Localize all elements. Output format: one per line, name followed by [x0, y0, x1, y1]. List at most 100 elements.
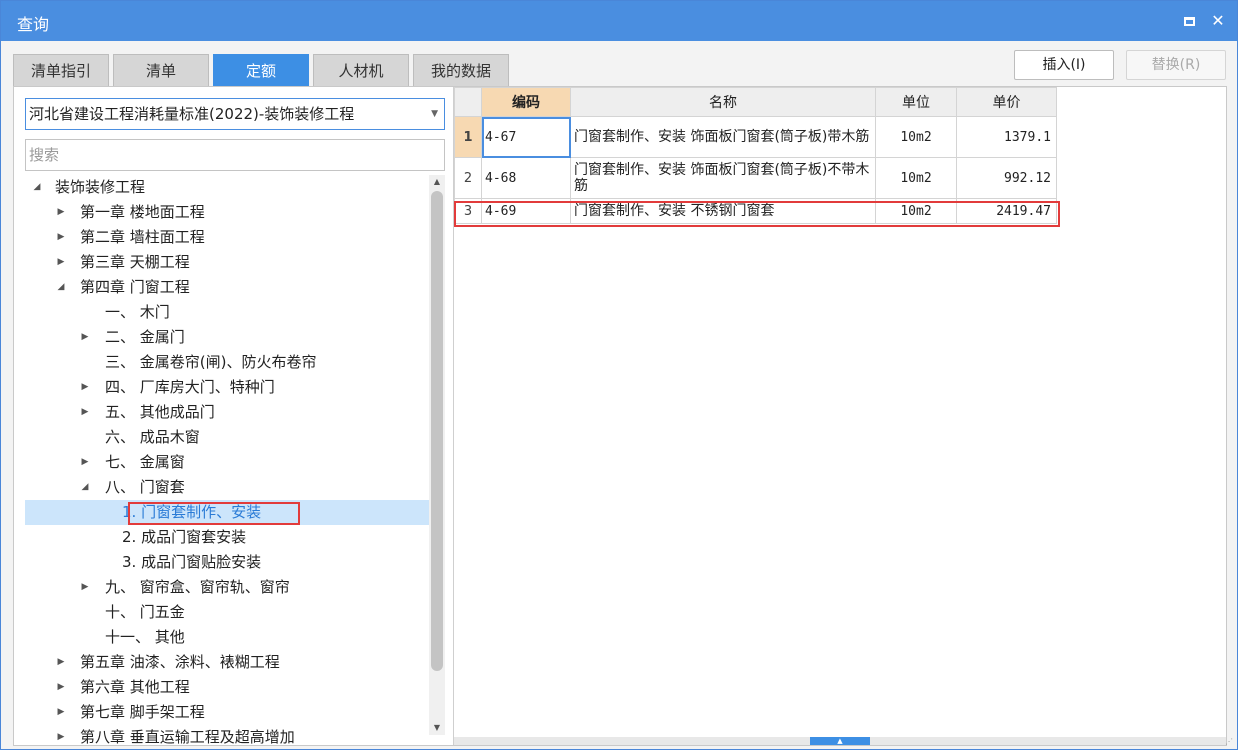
tree-item[interactable]: ▶ 第三章 天棚工程: [25, 250, 429, 275]
scroll-down-icon[interactable]: ▼: [429, 721, 445, 735]
tree-item[interactable]: 三、 金属卷帘(闸)、防火布卷帘: [25, 350, 429, 375]
row-number: 2: [454, 157, 482, 199]
tab-my-data[interactable]: 我的数据: [413, 54, 509, 86]
chevron-up-icon[interactable]: ▲: [810, 737, 870, 745]
tree-item[interactable]: 2. 成品门窗套安装: [25, 525, 429, 550]
tab-labor-material-machine[interactable]: 人材机: [313, 54, 409, 86]
tree-item-label: 第七章 脚手架工程: [80, 703, 205, 721]
title-bar[interactable]: 查询 ✕: [1, 1, 1237, 41]
name-cell[interactable]: 门窗套制作、安装 饰面板门窗套(筒子板)带木筋: [570, 116, 876, 158]
table-row[interactable]: 1 4-67 门窗套制作、安装 饰面板门窗套(筒子板)带木筋 10m2 1379…: [454, 116, 1057, 158]
tree-collapsed-icon[interactable]: ▶: [55, 250, 67, 275]
tree-item-label: 第四章 门窗工程: [80, 278, 190, 296]
tree-collapsed-icon[interactable]: ▶: [55, 675, 67, 700]
tree-item-label: 七、 金属窗: [105, 453, 185, 471]
grid-header-unit[interactable]: 单位: [875, 87, 957, 117]
tree-item[interactable]: ◢ 装饰装修工程: [25, 175, 429, 200]
insert-button[interactable]: 插入(I): [1014, 50, 1114, 80]
row-number: 1: [454, 116, 482, 158]
window-title: 查询: [17, 15, 50, 34]
tree-item-label: 第六章 其他工程: [80, 678, 190, 696]
code-cell[interactable]: 4-68: [481, 157, 571, 199]
tab-quota[interactable]: 定额: [213, 54, 309, 86]
unit-cell[interactable]: 10m2: [875, 198, 957, 224]
price-cell[interactable]: 1379.1: [956, 116, 1057, 158]
query-dialog: 查询 ✕ 清单指引 清单 定额 人材机 我的数据 插入(I) 替换(R) 河北省…: [0, 0, 1238, 750]
close-button[interactable]: ✕: [1208, 11, 1228, 31]
unit-cell[interactable]: 10m2: [875, 116, 957, 158]
tree-collapsed-icon[interactable]: ▶: [79, 375, 91, 400]
tab-list[interactable]: 清单: [113, 54, 209, 86]
tree-item[interactable]: 十一、 其他: [25, 625, 429, 650]
tree-item[interactable]: ▶ 五、 其他成品门: [25, 400, 429, 425]
tree-collapsed-icon[interactable]: ▶: [55, 700, 67, 725]
tree-item-label: 八、 门窗套: [105, 478, 185, 496]
standard-select[interactable]: 河北省建设工程消耗量标准(2022)-装饰装修工程 ▼: [25, 98, 445, 130]
tree-item-label: 第八章 垂直运输工程及超高增加: [80, 728, 295, 745]
code-cell[interactable]: 4-67: [481, 116, 571, 158]
grid-header-name[interactable]: 名称: [570, 87, 876, 117]
scroll-up-icon[interactable]: ▲: [429, 175, 445, 189]
tree-item[interactable]: ◢ 八、 门窗套: [25, 475, 429, 500]
tree-item[interactable]: ▶ 第一章 楼地面工程: [25, 200, 429, 225]
resize-grip-icon[interactable]: ⋰: [1225, 737, 1235, 747]
tree-collapsed-icon[interactable]: ▶: [55, 225, 67, 250]
tree-item[interactable]: ▶ 第七章 脚手架工程: [25, 700, 429, 725]
tree-item[interactable]: ▶ 九、 窗帘盒、窗帘轨、窗帘: [25, 575, 429, 600]
tree-collapsed-icon[interactable]: ▶: [79, 400, 91, 425]
tree-item-label: 三、 金属卷帘(闸)、防火布卷帘: [105, 353, 317, 371]
tree-collapsed-icon[interactable]: ▶: [55, 200, 67, 225]
tree-item-label: 第一章 楼地面工程: [80, 203, 205, 221]
tree-collapsed-icon[interactable]: ▶: [79, 325, 91, 350]
tree-item[interactable]: ▶ 第六章 其他工程: [25, 675, 429, 700]
scrollbar-thumb[interactable]: [431, 191, 443, 671]
tree-item-label: 十、 门五金: [105, 603, 185, 621]
tree-item[interactable]: 3. 成品门窗贴脸安装: [25, 550, 429, 575]
grid-header-price[interactable]: 单价: [956, 87, 1057, 117]
replace-button[interactable]: 替换(R): [1126, 50, 1226, 80]
price-cell[interactable]: 992.12: [956, 157, 1057, 199]
tree-scrollbar[interactable]: ▲ ▼: [429, 175, 445, 735]
tree-collapsed-icon[interactable]: ▶: [55, 650, 67, 675]
tree-item[interactable]: ▶ 四、 厂库房大门、特种门: [25, 375, 429, 400]
tree-collapsed-icon[interactable]: ▶: [79, 575, 91, 600]
table-row[interactable]: 2 4-68 门窗套制作、安装 饰面板门窗套(筒子板)不带木筋 10m2 992…: [454, 157, 1057, 199]
tree-item-label: 第三章 天棚工程: [80, 253, 190, 271]
tree-item[interactable]: ▶ 第五章 油漆、涂料、裱糊工程: [25, 650, 429, 675]
grid-header-code[interactable]: 编码: [481, 87, 571, 117]
tree-collapsed-icon[interactable]: ▶: [79, 450, 91, 475]
tree-item-label: 2. 成品门窗套安装: [122, 528, 247, 546]
tree-item[interactable]: 十、 门五金: [25, 600, 429, 625]
tree-collapsed-icon[interactable]: ▶: [55, 725, 67, 745]
tree-expanded-icon[interactable]: ◢: [79, 475, 91, 500]
name-cell[interactable]: 门窗套制作、安装 不锈钢门窗套: [570, 198, 876, 224]
tab-list-guide[interactable]: 清单指引: [13, 54, 109, 86]
code-cell[interactable]: 4-69: [481, 198, 571, 224]
name-cell[interactable]: 门窗套制作、安装 饰面板门窗套(筒子板)不带木筋: [570, 157, 876, 199]
grid-splitter[interactable]: ▲: [454, 737, 1226, 745]
tree-item-label: 3. 成品门窗贴脸安装: [122, 553, 262, 571]
maximize-button[interactable]: [1179, 11, 1199, 31]
tree-item-label: 四、 厂库房大门、特种门: [105, 378, 275, 396]
price-cell[interactable]: 2419.47: [956, 198, 1057, 224]
unit-cell[interactable]: 10m2: [875, 157, 957, 199]
search-input[interactable]: [25, 139, 445, 171]
maximize-icon: [1183, 17, 1195, 26]
row-number: 3: [454, 198, 482, 224]
tree-item[interactable]: ◢ 第四章 门窗工程: [25, 275, 429, 300]
tree-item[interactable]: ▶ 七、 金属窗: [25, 450, 429, 475]
tree-expanded-icon[interactable]: ◢: [55, 275, 67, 300]
tree-item-label: 一、 木门: [105, 303, 170, 321]
tree-item[interactable]: ▶ 第八章 垂直运输工程及超高增加: [25, 725, 429, 745]
tree-expanded-icon[interactable]: ◢: [31, 175, 43, 200]
content-area: 河北省建设工程消耗量标准(2022)-装饰装修工程 ▼ ◢ 装饰装修工程 ▶ 第一章 …: [13, 86, 1227, 746]
tree-item[interactable]: 六、 成品木窗: [25, 425, 429, 450]
table-row[interactable]: 3 4-69 门窗套制作、安装 不锈钢门窗套 10m2 2419.47: [454, 198, 1057, 224]
tree-item-label: 六、 成品木窗: [105, 428, 200, 446]
chevron-down-icon: ▼: [431, 109, 438, 119]
tree-item[interactable]: 1. 门窗套制作、安装: [25, 500, 429, 525]
tree-item[interactable]: 一、 木门: [25, 300, 429, 325]
tree-item-label: 十一、 其他: [105, 628, 185, 646]
tree-item[interactable]: ▶ 二、 金属门: [25, 325, 429, 350]
tree-item[interactable]: ▶ 第二章 墙柱面工程: [25, 225, 429, 250]
